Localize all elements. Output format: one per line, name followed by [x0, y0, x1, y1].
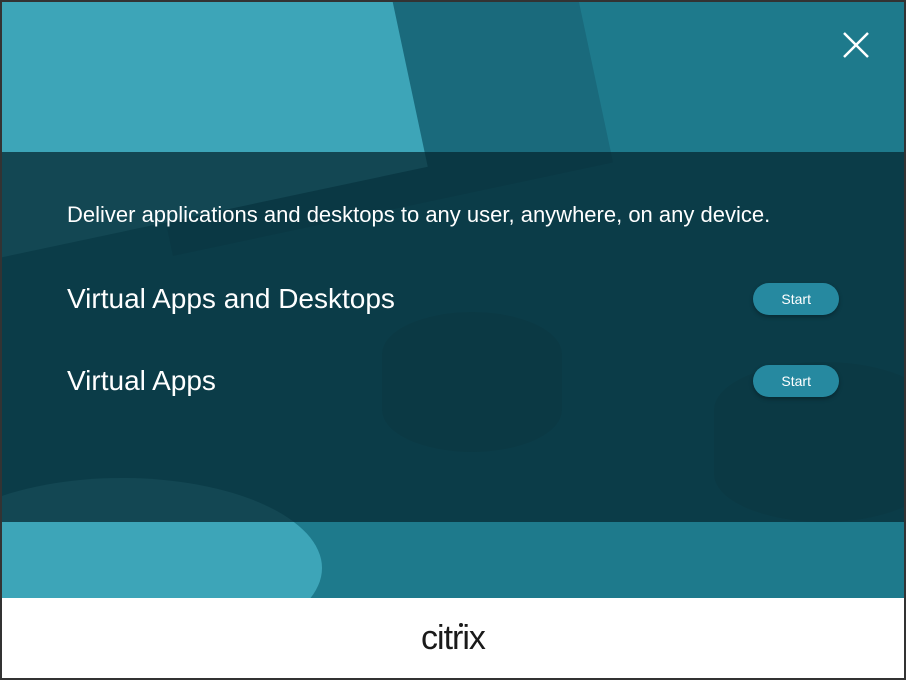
installer-window: Deliver applications and desktops to any…	[2, 2, 904, 678]
start-button-virtual-apps[interactable]: Start	[753, 365, 839, 397]
option-row-virtual-apps: Virtual Apps Start	[67, 365, 839, 397]
option-row-virtual-apps-desktops: Virtual Apps and Desktops Start	[67, 283, 839, 315]
close-icon	[840, 29, 872, 61]
logo-dot-icon	[459, 623, 463, 627]
option-label: Virtual Apps and Desktops	[67, 283, 395, 315]
close-button[interactable]	[838, 27, 874, 63]
content-panel: Deliver applications and desktops to any…	[2, 152, 904, 522]
footer: citrix	[2, 598, 904, 678]
option-label: Virtual Apps	[67, 365, 216, 397]
headline-text: Deliver applications and desktops to any…	[67, 202, 839, 228]
logo-text: citrix	[421, 619, 485, 657]
start-button-virtual-apps-desktops[interactable]: Start	[753, 283, 839, 315]
citrix-logo: citrix	[421, 619, 485, 658]
